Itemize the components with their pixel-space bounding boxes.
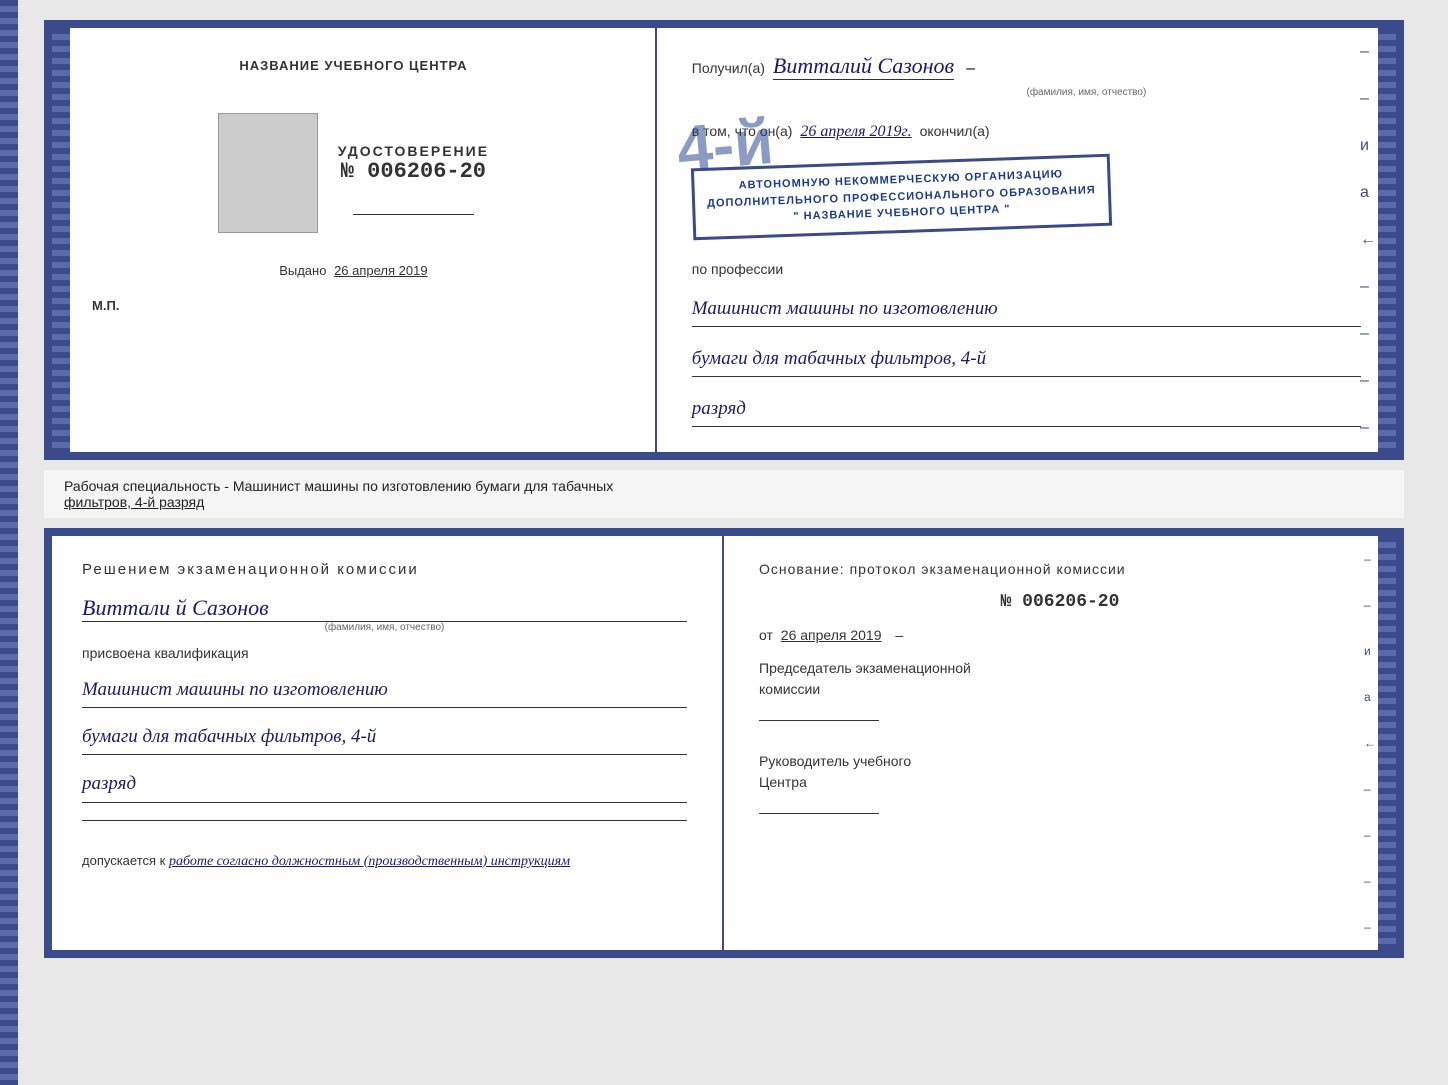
osnovaniye-title: Основание: протокол экзаменационной коми… [759, 561, 1361, 577]
ot-prefix: от [759, 627, 773, 643]
vtom-section: в том, что он(а) 26 апреля 2019г. окончи… [692, 123, 1361, 141]
dopuskaetsya-section: допускается к работе согласно должностны… [82, 853, 687, 870]
vydano-line: Выдано 26 апреля 2019 [279, 263, 427, 278]
ot-date: 26 апреля 2019 [781, 627, 882, 643]
right-stripe [1378, 28, 1396, 452]
chairman-label: Председатель экзаменационной комиссии [759, 658, 1361, 721]
info-text-line1: Рабочая специальность - Машинист машины … [64, 478, 1384, 494]
chairman-text: Председатель экзаменационной комиссии [759, 660, 971, 697]
vydano-date: 26 апреля 2019 [334, 263, 428, 278]
top-certificate: НАЗВАНИЕ УЧЕБНОГО ЦЕНТРА УДОСТОВЕРЕНИЕ №… [44, 20, 1404, 460]
recipient-name: Витталий Сазонов [773, 53, 954, 80]
qualification-line2: бумаги для табачных фильтров, 4-й [82, 720, 687, 755]
stamp-container: АВТОНОМНУЮ НЕКОММЕРЧЕСКУЮ ОРГАНИЗАЦИЮ ДО… [692, 161, 1361, 233]
fio-label-bottom: (фамилия, имя, отчество) [82, 622, 687, 633]
bottom-right-panel: Основание: протокол экзаменационной коми… [724, 536, 1396, 950]
bottom-certificate: Решением экзаменационной комиссии Виттал… [44, 528, 1404, 958]
dopuskaetsya-text: работе согласно должностным (производств… [169, 854, 570, 869]
qualification-line1: Машинист машины по изготовлению [82, 673, 687, 708]
udostoverenie-label: УДОСТОВЕРЕНИЕ [338, 143, 489, 159]
protocol-number: № 006206-20 [759, 592, 1361, 612]
ot-line: от 26 апреля 2019 – [759, 627, 1361, 643]
mp-label: М.П. [92, 298, 119, 313]
bottom-left-stripe [0, 0, 18, 1085]
stamp-box: АВТОНОМНУЮ НЕКОММЕРЧЕСКУЮ ОРГАНИЗАЦИЮ ДО… [691, 154, 1112, 240]
photo-placeholder [218, 113, 318, 233]
profession-line1: Машинист машины по изготовлению [692, 292, 1361, 327]
poluchil-section: Получил(а) Витталий Сазонов – [692, 53, 1361, 80]
udostoverenie-number: № 006206-20 [338, 159, 489, 184]
info-text-line2: фильтров, 4-й разряд [64, 494, 1384, 510]
fio-label-top: (фамилия, имя, отчество) [812, 87, 1361, 98]
bottom-left-panel: Решением экзаменационной комиссии Виттал… [52, 536, 724, 950]
person-section: Виттали й Сазонов (фамилия, имя, отчеств… [82, 595, 687, 633]
udostoverenie-block: УДОСТОВЕРЕНИЕ № 006206-20 [338, 143, 489, 184]
right-side-marks: ––иа←–––– [1364, 536, 1376, 950]
poluchil-prefix: Получил(а) [692, 60, 765, 76]
po-professii-label: по профессии [692, 261, 1361, 277]
vtom-date: 26 апреля 2019г. [800, 123, 911, 141]
resolution-title: Решением экзаменационной комиссии [82, 561, 687, 578]
profession-line3: разряд [692, 392, 1361, 427]
qualification-line3: разряд [82, 767, 687, 802]
dopuskaetsya-prefix: допускается к [82, 853, 165, 868]
cert-left-panel: НАЗВАНИЕ УЧЕБНОГО ЦЕНТРА УДОСТОВЕРЕНИЕ №… [52, 28, 657, 452]
info-text-section: Рабочая специальность - Машинист машины … [44, 470, 1404, 518]
rukov-text: Руководитель учебного Центра [759, 753, 911, 790]
training-center-title: НАЗВАНИЕ УЧЕБНОГО ЦЕНТРА [239, 58, 467, 73]
prisvoyena-label: присвоена квалификация [82, 645, 687, 661]
side-dashes: ––иа←–––– [1360, 28, 1376, 452]
profession-line2: бумаги для табачных фильтров, 4-й [692, 342, 1361, 377]
rukov-label: Руководитель учебного Центра [759, 751, 1361, 814]
person-name: Виттали й Сазонов [82, 595, 687, 622]
vydano-prefix: Выдано [279, 263, 326, 278]
okonchil-label: окончил(а) [920, 123, 990, 139]
bottom-right-stripe [1378, 536, 1396, 950]
cert-right-panel: 4-й Получил(а) Витталий Сазонов – (фамил… [657, 28, 1396, 452]
